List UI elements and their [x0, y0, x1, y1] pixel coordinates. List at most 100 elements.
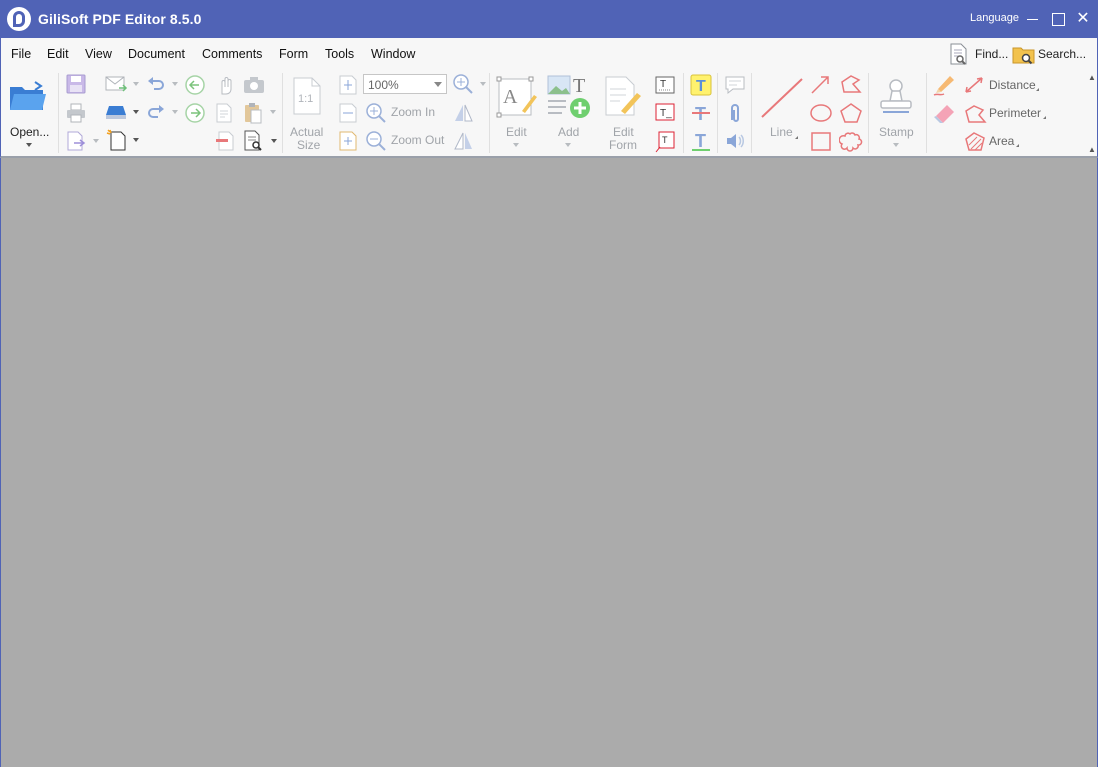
scan-dropdown[interactable]: [133, 110, 139, 114]
underline-icon: T: [692, 131, 710, 151]
svg-text:T: T: [573, 75, 585, 97]
find-button[interactable]: Find...: [948, 42, 1008, 66]
fit-page-button[interactable]: [338, 74, 358, 96]
cloud-button[interactable]: [839, 130, 863, 152]
line-options-corner: [795, 136, 798, 139]
search-button[interactable]: Search...: [1012, 42, 1086, 66]
page-find-dropdown[interactable]: [271, 139, 277, 143]
open-button[interactable]: [7, 79, 49, 115]
print-button[interactable]: [65, 102, 87, 124]
distance-button[interactable]: [963, 75, 985, 95]
svg-text:T_: T_: [660, 108, 672, 119]
underline-button[interactable]: T: [689, 129, 713, 153]
export-button[interactable]: [65, 130, 87, 152]
undo-dropdown[interactable]: [172, 82, 178, 86]
export-dropdown[interactable]: [93, 139, 99, 143]
rotate-right-button[interactable]: [452, 130, 474, 152]
add-button[interactable]: T: [546, 74, 594, 120]
rotate-left-button[interactable]: [452, 102, 474, 124]
menu-edit[interactable]: Edit: [47, 47, 69, 61]
stamp-icon: [880, 79, 912, 113]
strikeout-button[interactable]: T: [689, 101, 713, 125]
menu-tools[interactable]: Tools: [325, 47, 354, 61]
ribbon-toolbar: Open... 1:1 Actual Size 100% Zoom In Zoo…: [0, 69, 1098, 158]
edit-form-label-2: Form: [609, 138, 637, 152]
menu-form[interactable]: Form: [279, 47, 308, 61]
perimeter-label: Perimeter: [989, 106, 1042, 120]
rectangle-button[interactable]: [809, 130, 833, 152]
text-field-button[interactable]: T: [654, 74, 676, 96]
close-button[interactable]: ✕: [1073, 10, 1093, 28]
line-button[interactable]: [758, 75, 806, 121]
stamp-button[interactable]: [876, 77, 916, 117]
eraser-button[interactable]: [932, 101, 958, 125]
menu-window[interactable]: Window: [371, 47, 415, 61]
document-workspace[interactable]: [0, 158, 1098, 767]
arrow-button[interactable]: [809, 74, 833, 96]
text-box-button[interactable]: T_: [654, 101, 676, 123]
zoom-in-button[interactable]: [365, 102, 387, 124]
minimize-button[interactable]: [1023, 10, 1043, 28]
back-icon: [185, 75, 205, 95]
polyline-button[interactable]: [839, 74, 863, 96]
zoom-level-select[interactable]: 100%: [363, 74, 447, 94]
zoom-in-label: Zoom In: [391, 105, 436, 119]
back-button[interactable]: [184, 74, 206, 96]
polygon-button[interactable]: [839, 102, 863, 124]
paste-dropdown[interactable]: [270, 110, 276, 114]
ellipse-button[interactable]: [809, 102, 833, 124]
svg-text:A: A: [503, 86, 518, 108]
menu-comments[interactable]: Comments: [202, 47, 262, 61]
new-document-button[interactable]: [104, 128, 128, 152]
ribbon-collapse-button[interactable]: ▲: [1088, 145, 1096, 154]
zoom-tool-dropdown[interactable]: [480, 82, 486, 86]
forward-button[interactable]: [184, 102, 206, 124]
redo-dropdown[interactable]: [172, 110, 178, 114]
edit-form-button[interactable]: [603, 75, 643, 119]
email-button[interactable]: [104, 74, 128, 94]
highlight-text-button[interactable]: T: [689, 73, 713, 97]
snapshot-button[interactable]: [242, 75, 266, 95]
maximize-button[interactable]: [1047, 10, 1067, 28]
search-label: Search...: [1038, 47, 1087, 61]
save-button[interactable]: [65, 73, 87, 95]
fit-width-button[interactable]: [338, 102, 358, 124]
email-dropdown[interactable]: [133, 82, 139, 86]
edit-button[interactable]: A: [496, 75, 538, 119]
scan-button[interactable]: [104, 102, 128, 122]
page-find-icon: [244, 130, 262, 151]
text-box-icon: T_: [655, 103, 675, 121]
page-find-button[interactable]: [242, 129, 266, 153]
sound-button[interactable]: [724, 130, 746, 152]
add-dropdown[interactable]: [565, 143, 571, 147]
zoom-tool-button[interactable]: [451, 73, 475, 95]
note-button[interactable]: [724, 74, 746, 96]
ribbon-scroll-up-button[interactable]: ▲: [1088, 73, 1096, 82]
actual-size-button[interactable]: 1:1: [291, 76, 323, 116]
callout-button[interactable]: T: [654, 129, 676, 153]
open-dropdown[interactable]: [26, 143, 32, 147]
rotate-left-icon: [455, 104, 473, 122]
language-button[interactable]: Language: [970, 12, 1019, 24]
attach-file-button[interactable]: [724, 102, 746, 124]
menu-file[interactable]: File: [11, 47, 31, 61]
edit-dropdown[interactable]: [513, 143, 519, 147]
undo-button[interactable]: [146, 75, 166, 93]
paste-button[interactable]: [242, 101, 264, 125]
hand-tool-button[interactable]: [214, 74, 236, 96]
actual-size-label-2: Size: [297, 138, 321, 152]
pencil-button[interactable]: [932, 73, 958, 97]
new-document-dropdown[interactable]: [133, 138, 139, 142]
page-delete-button[interactable]: [214, 130, 236, 152]
actual-size-label-1: Actual: [290, 125, 324, 139]
area-button[interactable]: [963, 131, 987, 153]
menu-document[interactable]: Document: [128, 47, 185, 61]
redo-button[interactable]: [146, 103, 166, 121]
zoom-out-button[interactable]: [365, 130, 387, 152]
perimeter-button[interactable]: [963, 103, 987, 125]
distance-label: Distance: [989, 78, 1036, 92]
select-text-button[interactable]: [214, 102, 236, 124]
fit-visible-button[interactable]: [338, 130, 358, 152]
menu-view[interactable]: View: [85, 47, 112, 61]
stamp-dropdown[interactable]: [893, 143, 899, 147]
